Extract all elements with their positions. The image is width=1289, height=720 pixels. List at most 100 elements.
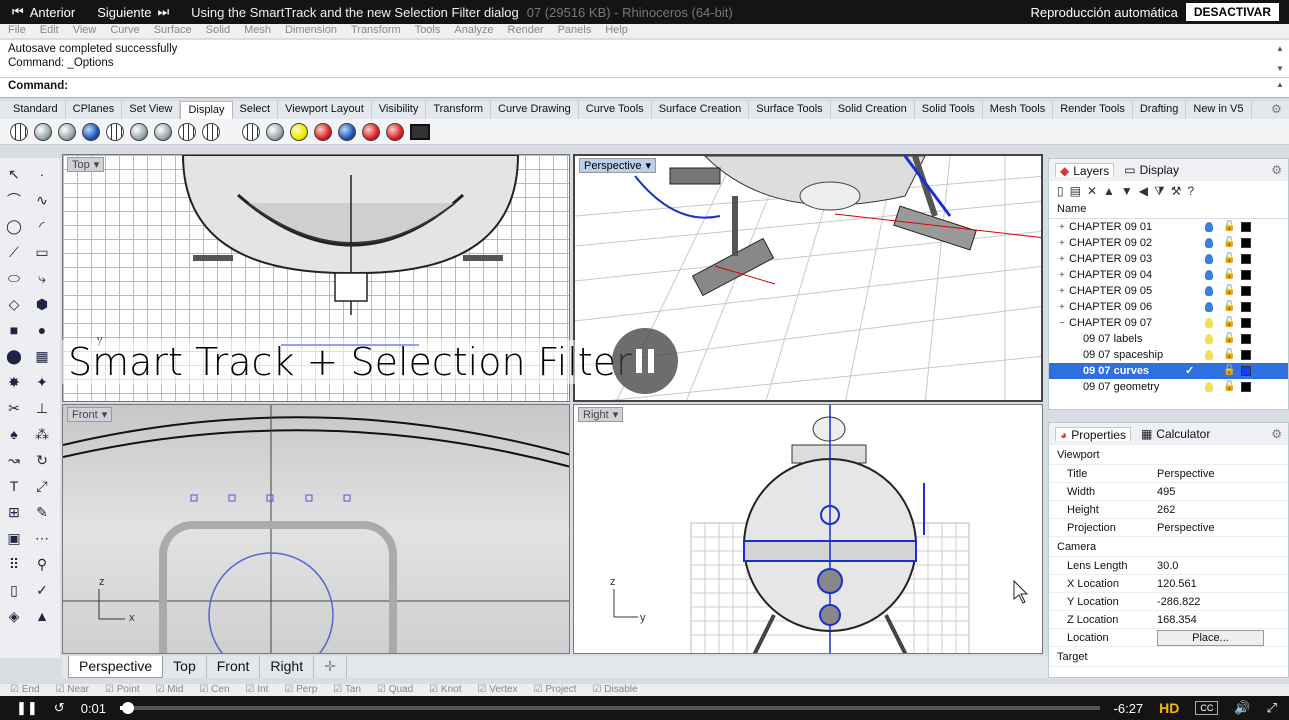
property-value[interactable]: Perspective bbox=[1153, 519, 1288, 536]
rewind-10-icon[interactable]: ↺ bbox=[54, 700, 65, 716]
rotate-icon[interactable]: ↻ bbox=[31, 450, 53, 470]
visibility-bulb-icon[interactable] bbox=[1205, 318, 1213, 328]
toolbar-tab-surface-tools[interactable]: Surface Tools bbox=[749, 101, 831, 119]
shaded-display-icon[interactable] bbox=[34, 122, 52, 141]
visibility-bulb-icon[interactable] bbox=[1205, 238, 1213, 248]
delete-layer-icon[interactable]: ✕ bbox=[1087, 184, 1097, 198]
layer-row[interactable]: 09 07 labels 🔓 bbox=[1049, 331, 1288, 347]
command-line[interactable]: Command: ▲ bbox=[0, 78, 1289, 98]
layer-row[interactable]: 09 07 spaceship 🔓 bbox=[1049, 347, 1288, 363]
property-value[interactable]: -286.822 bbox=[1153, 593, 1288, 610]
tab-perspective[interactable]: Perspective bbox=[68, 656, 164, 678]
volume-icon[interactable]: 🔊 bbox=[1234, 700, 1250, 716]
environment-icon[interactable] bbox=[338, 122, 356, 141]
group-icon[interactable]: ⁂ bbox=[31, 424, 53, 444]
array-icon[interactable]: ⊞ bbox=[3, 502, 25, 522]
checkbox-icon[interactable]: ☑ bbox=[478, 684, 490, 695]
hd-quality-button[interactable]: HD bbox=[1159, 700, 1179, 716]
split-icon[interactable]: ⊥ bbox=[31, 398, 53, 418]
toolbar-tab-solid-creation[interactable]: Solid Creation bbox=[831, 101, 915, 119]
visibility-bulb-icon[interactable] bbox=[1205, 270, 1213, 280]
lock-icon[interactable]: 🔓 bbox=[1223, 331, 1235, 347]
menu-analyze[interactable]: Analyze bbox=[454, 24, 493, 38]
checkbox-icon[interactable]: ☑ bbox=[105, 684, 117, 695]
expand-toggle-icon[interactable]: + bbox=[1059, 220, 1069, 236]
layer-color-swatch[interactable] bbox=[1241, 302, 1251, 312]
page-icon[interactable]: ▯ bbox=[3, 580, 25, 600]
new-layer-icon[interactable]: ▯ bbox=[1057, 184, 1064, 198]
menu-tools[interactable]: Tools bbox=[415, 24, 441, 38]
text-icon[interactable]: T bbox=[3, 476, 25, 496]
layer-color-swatch[interactable] bbox=[1241, 382, 1251, 392]
move-parent-icon[interactable]: ◀ bbox=[1139, 184, 1148, 198]
toolbar-tab-set-view[interactable]: Set View bbox=[122, 101, 181, 119]
extrude-icon[interactable]: ⬢ bbox=[31, 294, 53, 314]
scroll-up-icon[interactable]: ▲ bbox=[1275, 42, 1285, 56]
checkbox-icon[interactable]: ☑ bbox=[284, 684, 296, 695]
checkmark-icon[interactable]: ✓ bbox=[31, 580, 53, 600]
dots-grid-icon[interactable]: ⠿ bbox=[3, 554, 25, 574]
render-preview-icon[interactable] bbox=[266, 122, 284, 141]
render-icon[interactable]: ▲ bbox=[31, 606, 53, 626]
center-pause-button[interactable] bbox=[612, 328, 678, 394]
cylinder-icon[interactable]: ⬤ bbox=[3, 346, 25, 366]
polyline-icon[interactable]: ⌒ bbox=[3, 190, 25, 210]
toolbar-tab-curve-tools[interactable]: Curve Tools bbox=[579, 101, 652, 119]
layer-tools-icon[interactable]: ⚒ bbox=[1171, 184, 1182, 198]
tab-front[interactable]: Front bbox=[207, 656, 261, 678]
layer-color-swatch[interactable] bbox=[1241, 286, 1251, 296]
layer-row[interactable]: + CHAPTER 09 02 🔓 bbox=[1049, 235, 1288, 251]
trim-icon[interactable]: ✂ bbox=[3, 398, 25, 418]
expand-toggle-icon[interactable]: + bbox=[1059, 300, 1069, 316]
mesh-icon[interactable]: ▦ bbox=[31, 346, 53, 366]
lock-icon[interactable]: 🔓 bbox=[1223, 299, 1235, 315]
menu-help[interactable]: Help bbox=[605, 24, 628, 38]
lock-icon[interactable]: 🔓 bbox=[1223, 267, 1235, 283]
new-sublayer-icon[interactable]: ▤ bbox=[1070, 184, 1081, 198]
visibility-bulb-icon[interactable] bbox=[1205, 350, 1213, 360]
current-layer-check-icon[interactable]: ✓ bbox=[1185, 363, 1194, 379]
rendered-display-icon[interactable] bbox=[58, 122, 76, 141]
property-value[interactable]: 168.354 bbox=[1153, 611, 1288, 628]
checkbox-icon[interactable]: ☑ bbox=[10, 684, 22, 695]
property-value[interactable]: 120.561 bbox=[1153, 575, 1288, 592]
checkbox-icon[interactable]: ☑ bbox=[246, 684, 258, 695]
fillet-curve-icon[interactable]: ⤷ bbox=[31, 268, 53, 288]
pen-display-icon[interactable] bbox=[178, 122, 196, 141]
toolbar-tab-visibility[interactable]: Visibility bbox=[372, 101, 427, 119]
layer-row[interactable]: + CHAPTER 09 04 🔓 bbox=[1049, 267, 1288, 283]
layer-row[interactable]: − CHAPTER 09 07 🔓 bbox=[1049, 315, 1288, 331]
previous-video-button[interactable]: ⏮ Anterior bbox=[12, 4, 75, 20]
checkbox-icon[interactable]: ☑ bbox=[56, 684, 68, 695]
lock-icon[interactable]: 🔓 bbox=[1223, 235, 1235, 251]
lock-icon[interactable]: 🔓 bbox=[1223, 219, 1235, 235]
fullscreen-icon[interactable]: ⤢ bbox=[1267, 700, 1277, 716]
xray-display-icon[interactable] bbox=[106, 122, 124, 141]
shade-selected-icon[interactable] bbox=[202, 122, 220, 141]
captions-button[interactable]: CC bbox=[1195, 701, 1219, 715]
wireframe-display-icon[interactable] bbox=[10, 122, 28, 141]
toolbar-tab-render-tools[interactable]: Render Tools bbox=[1053, 101, 1133, 119]
tab-layers[interactable]: ◆ Layers bbox=[1055, 163, 1115, 178]
checkbox-icon[interactable]: ☑ bbox=[377, 684, 389, 695]
tab-top[interactable]: Top bbox=[163, 656, 207, 678]
sphere-icon[interactable]: ● bbox=[31, 320, 53, 340]
object-icon[interactable]: ◈ bbox=[3, 606, 25, 626]
lock-icon[interactable]: 🔓 bbox=[1223, 283, 1235, 299]
visibility-bulb-icon[interactable] bbox=[1205, 254, 1213, 264]
property-value[interactable]: 495 bbox=[1153, 483, 1288, 500]
layer-color-swatch[interactable] bbox=[1241, 222, 1251, 232]
layer-color-swatch[interactable] bbox=[1241, 350, 1251, 360]
grid-snap-icon[interactable]: ⋯ bbox=[31, 528, 53, 548]
layer-row[interactable]: 09 07 curves ✓ 🔓 bbox=[1049, 363, 1288, 379]
block-icon[interactable]: ▣ bbox=[3, 528, 25, 548]
curve-icon[interactable]: ∿ bbox=[31, 190, 53, 210]
toolbar-tab-transform[interactable]: Transform bbox=[426, 101, 492, 119]
layer-row[interactable]: 09 07 geometry 🔓 bbox=[1049, 379, 1288, 395]
property-value[interactable]: Perspective bbox=[1153, 465, 1288, 482]
menu-curve[interactable]: Curve bbox=[110, 24, 139, 38]
layer-color-swatch[interactable] bbox=[1241, 238, 1251, 248]
menu-dimension[interactable]: Dimension bbox=[285, 24, 337, 38]
visibility-bulb-icon[interactable] bbox=[1205, 334, 1213, 344]
menu-solid[interactable]: Solid bbox=[206, 24, 230, 38]
